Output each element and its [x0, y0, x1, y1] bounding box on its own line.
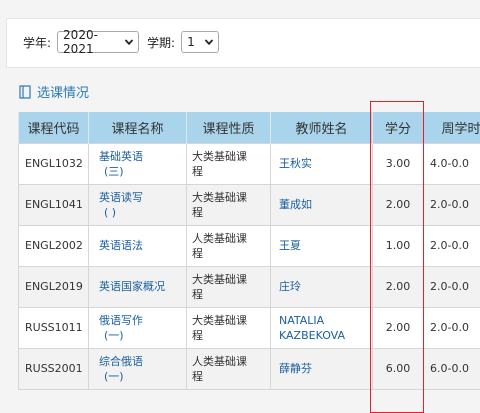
course-name-link[interactable]: 基础英语 (三)	[88, 142, 187, 185]
course-name-link[interactable]: 英语读写( )	[88, 183, 187, 226]
table-row: ENGL1041 英语读写( ) 大类基础课程 董成如 2.00 2.0-0.0	[18, 183, 480, 226]
course-code: RUSS1011	[18, 306, 89, 349]
course-name-line1: 综合俄语	[99, 354, 143, 368]
course-type: 大类基础课程	[186, 142, 271, 185]
teacher-link[interactable]: 董成如	[270, 183, 373, 226]
course-type-line2: 程	[192, 246, 203, 260]
course-name-link[interactable]: 英语国家概况	[88, 265, 187, 308]
table-row: RUSS1011 俄语写作 (一) 大类基础课程 NATALIA KAZBEKOVA…	[18, 306, 480, 349]
table-row: RUSS2001 综合俄语 (一) 人类基础课程 薛静芬 6.00 6.0-0.0	[18, 347, 480, 390]
weekly-hours: 6.0-0.0	[423, 347, 480, 390]
course-code: ENGL1032	[18, 142, 89, 185]
weekly-hours: 2.0-0.0	[423, 224, 480, 267]
term-select[interactable]: 1	[181, 31, 220, 53]
teacher-name-line1: 董成如	[279, 198, 312, 211]
course-name-link[interactable]: 俄语写作 (一)	[88, 306, 187, 349]
header-credit[interactable]: 学分	[372, 112, 424, 143]
course-credit: 3.00	[372, 142, 424, 185]
course-name-line1: 基础英语	[99, 149, 143, 163]
term-label: 学期:	[147, 35, 176, 50]
course-name-link[interactable]: 英语语法	[88, 224, 187, 267]
term-select-value: 1	[187, 35, 195, 49]
course-table: 课程代码 课程名称 课程性质 教师姓名 学分 周学时 ENGL1032 基础英语…	[18, 112, 480, 390]
teacher-link[interactable]: 王秋实	[270, 142, 373, 185]
teacher-link[interactable]: 庄玲	[270, 265, 373, 308]
course-type-line1: 大类基础课	[192, 149, 247, 163]
course-type-line2: 程	[192, 369, 203, 383]
teacher-name-line1: 王夏	[279, 239, 301, 252]
chevron-down-icon	[124, 39, 134, 46]
chevron-down-icon	[204, 39, 214, 46]
course-type-line1: 大类基础课	[192, 190, 247, 204]
course-name-line1: 英语语法	[99, 239, 143, 252]
filter-panel: 学年: 2020-2021 学期: 1	[6, 18, 480, 68]
filter-row: 学年: 2020-2021 学期: 1	[23, 28, 220, 56]
course-name-line1: 英语读写	[99, 190, 143, 204]
course-name-line2: (一)	[104, 328, 124, 342]
header-course-name[interactable]: 课程名称	[88, 112, 187, 143]
course-type: 大类基础课程	[186, 183, 271, 226]
header-weekly-hours[interactable]: 周学时	[423, 112, 480, 143]
course-type-line2: 程	[192, 205, 203, 219]
header-course-type[interactable]: 课程性质	[186, 112, 271, 143]
course-code: ENGL2019	[18, 265, 89, 308]
course-name-line2: (三)	[104, 164, 124, 178]
course-code: ENGL2002	[18, 224, 89, 267]
course-type-line1: 人类基础课	[192, 231, 247, 245]
course-type: 大类基础课程	[186, 306, 271, 349]
course-name-line1: 英语国家概况	[99, 280, 165, 293]
course-type-line1: 大类基础课	[192, 272, 247, 286]
course-code: RUSS2001	[18, 347, 89, 390]
header-course-code[interactable]: 课程代码	[18, 112, 89, 143]
teacher-name-line2: KAZBEKOVA	[279, 328, 345, 342]
weekly-hours: 2.0-0.0	[423, 265, 480, 308]
table-row: ENGL2019 英语国家概况 大类基础课程 庄玲 2.00 2.0-0.0	[18, 265, 480, 308]
bookmark-icon	[19, 84, 31, 99]
year-select-value: 2020-2021	[63, 28, 98, 56]
table-header-row: 课程代码 课程名称 课程性质 教师姓名 学分 周学时	[18, 112, 480, 143]
weekly-hours: 2.0-0.0	[423, 183, 480, 226]
course-credit: 2.00	[372, 306, 424, 349]
course-name-line2: (一)	[104, 369, 124, 383]
teacher-name-line1: NATALIA	[279, 313, 325, 327]
section-title-text: 选课情况	[37, 86, 90, 101]
teacher-name-line1: 王秋实	[279, 157, 312, 170]
year-select[interactable]: 2020-2021	[57, 28, 140, 56]
course-type-line1: 人类基础课	[192, 354, 247, 368]
course-type: 人类基础课程	[186, 224, 271, 267]
teacher-name-line1: 薛静芬	[279, 362, 312, 375]
section-title: 选课情况	[19, 82, 89, 101]
header-teacher[interactable]: 教师姓名	[270, 112, 373, 143]
teacher-name-line1: 庄玲	[279, 280, 301, 293]
course-credit: 2.00	[372, 183, 424, 226]
teacher-link[interactable]: 王夏	[270, 224, 373, 267]
table-row: ENGL2002 英语语法 人类基础课程 王夏 1.00 2.0-0.0	[18, 224, 480, 267]
course-type: 大类基础课程	[186, 265, 271, 308]
course-type-line2: 程	[192, 164, 203, 178]
teacher-link[interactable]: 薛静芬	[270, 347, 373, 390]
course-credit: 2.00	[372, 265, 424, 308]
course-credit: 1.00	[372, 224, 424, 267]
course-credit: 6.00	[372, 347, 424, 390]
course-type-line1: 大类基础课	[192, 313, 247, 327]
teacher-link[interactable]: NATALIA KAZBEKOVA	[270, 306, 373, 349]
course-name-line2: ( )	[104, 205, 117, 219]
course-type-line2: 程	[192, 287, 203, 301]
course-name-line1: 俄语写作	[99, 313, 143, 327]
course-type-line2: 程	[192, 328, 203, 342]
weekly-hours: 2.0-0.0	[423, 306, 480, 349]
course-type: 人类基础课程	[186, 347, 271, 390]
course-name-link[interactable]: 综合俄语 (一)	[88, 347, 187, 390]
weekly-hours: 4.0-0.0	[423, 142, 480, 185]
course-code: ENGL1041	[18, 183, 89, 226]
table-row: ENGL1032 基础英语 (三) 大类基础课程 王秋实 3.00 4.0-0.0	[18, 142, 480, 185]
year-label: 学年:	[23, 35, 52, 50]
